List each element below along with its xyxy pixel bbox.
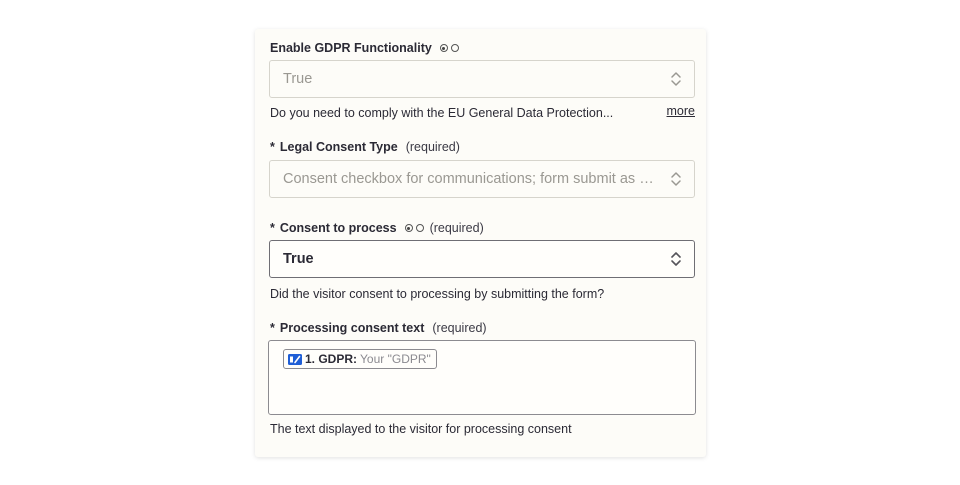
legal-label-text: Legal Consent Type <box>279 140 398 154</box>
consent-label-text: Consent to process <box>279 221 397 235</box>
consent-radio-toggle[interactable] <box>404 224 424 232</box>
chevron-updown-icon <box>671 252 681 266</box>
pill-step-label: 1. GDPR: <box>305 352 358 366</box>
required-tag: (required) <box>432 321 487 335</box>
legal-consent-select[interactable]: Consent checkbox for communications; for… <box>269 160 695 198</box>
legal-field-label: * Legal Consent Type (required) <box>270 139 460 155</box>
required-tag: (required) <box>405 140 460 154</box>
consent-select[interactable]: True <box>269 240 695 278</box>
gdpr-help-text: Do you need to comply with the EU Genera… <box>270 106 614 120</box>
pill-value-label: Your "GDPR" <box>360 352 431 366</box>
required-star: * <box>270 140 275 154</box>
consent-field-label: * Consent to process (required) <box>270 220 484 236</box>
gdpr-select[interactable]: True <box>269 60 695 98</box>
required-star: * <box>270 221 275 235</box>
text-field-label: * Processing consent text (required) <box>270 320 487 336</box>
text-label-text: Processing consent text <box>279 321 425 335</box>
chevron-updown-icon <box>671 172 681 186</box>
radio-filled-icon[interactable] <box>439 44 448 52</box>
chevron-updown-icon <box>671 72 681 86</box>
gdpr-more-link[interactable]: more <box>667 104 695 118</box>
required-tag: (required) <box>429 221 484 235</box>
gdpr-label-text: Enable GDPR Functionality <box>270 41 432 55</box>
form-app-icon <box>288 353 302 365</box>
text-help-text: The text displayed to the visitor for pr… <box>270 422 572 436</box>
gdpr-radio-toggle[interactable] <box>439 44 459 52</box>
gdpr-select-value: True <box>283 71 313 87</box>
consent-select-value: True <box>283 251 314 267</box>
required-star: * <box>270 321 275 335</box>
processing-consent-textarea[interactable]: 1. GDPR: Your "GDPR" <box>268 340 696 415</box>
radio-filled-icon[interactable] <box>404 224 413 232</box>
gdpr-field-label: Enable GDPR Functionality <box>270 40 459 56</box>
radio-empty-icon[interactable] <box>415 224 424 232</box>
consent-help-text: Did the visitor consent to processing by… <box>270 287 605 301</box>
legal-select-value: Consent checkbox for communications; for… <box>283 171 658 187</box>
gdpr-settings-panel: Enable GDPR Functionality True Do you ne… <box>255 29 706 457</box>
mapped-field-pill[interactable]: 1. GDPR: Your "GDPR" <box>283 349 437 369</box>
radio-empty-icon[interactable] <box>450 44 459 52</box>
